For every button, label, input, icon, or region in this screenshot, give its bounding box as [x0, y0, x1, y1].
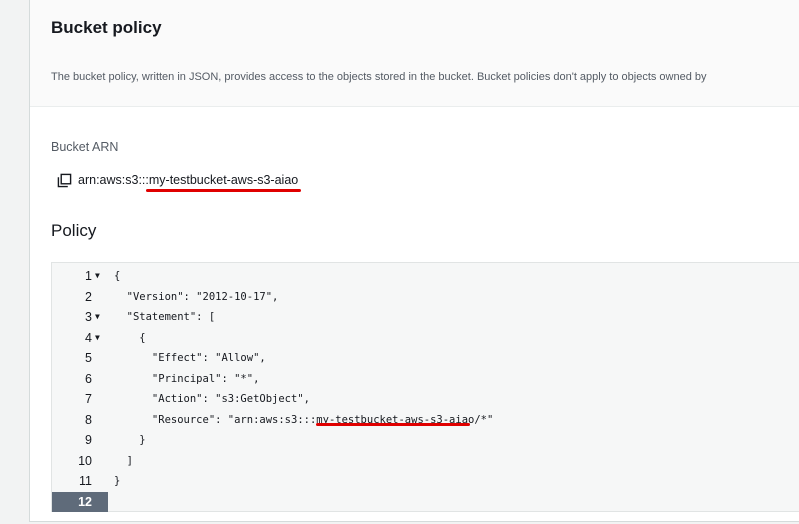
copy-icon[interactable] — [57, 173, 72, 188]
active-line-gutter: 12 — [52, 491, 108, 512]
bucket-arn-label: Bucket ARN — [51, 140, 119, 154]
line-number: 9 — [85, 433, 92, 447]
fold-arrow-icon[interactable]: ▼ — [95, 266, 100, 286]
bucket-name-text: my-testbucket-aws-s3-aiao — [148, 173, 299, 187]
code-line[interactable]: 11} — [52, 471, 799, 491]
line-number: 5 — [85, 351, 92, 365]
annotation-underline — [316, 422, 471, 426]
code-line[interactable]: 9 } — [52, 430, 799, 450]
code-line[interactable]: 4 ▼ { — [52, 328, 799, 348]
line-number: 12 — [78, 494, 92, 509]
code-text: } — [114, 434, 146, 446]
policy-heading: Policy — [51, 221, 97, 240]
code-text: "Statement": [ — [114, 311, 216, 323]
code-line[interactable]: 7 "Action": "s3:GetObject", — [52, 389, 799, 409]
code-text: "Principal": "*", — [114, 372, 260, 385]
line-number: 6 — [85, 371, 92, 386]
line-number: 4 — [85, 330, 92, 345]
panel-header: Bucket policy The bucket policy, written… — [30, 0, 799, 107]
code-text: ] — [114, 454, 133, 467]
code-text: { — [114, 270, 121, 282]
code-line[interactable]: 5 "Effect": "Allow", — [52, 348, 799, 368]
line-number: 11 — [79, 474, 92, 488]
line-number: 8 — [85, 412, 92, 427]
code-line[interactable]: 10 ] — [52, 451, 799, 471]
code-line[interactable]: 8 "Resource": "arn:aws:s3:::my-testbucke… — [52, 410, 799, 430]
code-text: "Version": "2012-10-17", — [114, 290, 279, 303]
section-description: The bucket policy, written in JSON, prov… — [51, 71, 707, 83]
policy-code-editor[interactable]: 1 ▼{2 "Version": "2012-10-17", 3 ▼ "Stateme… — [51, 262, 799, 512]
resource-bucket-name: my-testbucket-aws-s3-aiao — [316, 414, 474, 426]
line-number: 7 — [85, 392, 92, 406]
code-text: } — [114, 475, 121, 487]
code-line[interactable]: 1 ▼ { — [52, 266, 799, 286]
code-text: "Effect": "Allow", — [114, 352, 266, 364]
line-number: 2 — [85, 289, 92, 304]
code-line[interactable]: 3 ▼ "Statement": [ — [52, 307, 799, 327]
line-number: 3 — [85, 310, 92, 324]
bucket-arn-name: my-testbucket-aws-s3-aiao — [145, 173, 302, 192]
code-line[interactable]: 2 "Version": "2012-10-17", — [52, 287, 799, 307]
line-number: 10 — [78, 453, 92, 468]
code-text-suffix: /*" — [474, 413, 494, 426]
fold-arrow-icon[interactable]: ▼ — [95, 307, 100, 327]
code-text-prefix: "Resource": "arn:aws:s3::: — [114, 413, 317, 426]
bucket-arn-row: arn:aws:s3::: my-testbucket-aws-s3-aiao — [57, 172, 302, 192]
code-text: "Action": "s3:GetObject", — [114, 393, 310, 405]
code-line[interactable]: 6 "Principal": "*", — [52, 369, 799, 389]
annotation-underline — [145, 189, 302, 192]
code-line[interactable]: 12 — [52, 491, 799, 512]
section-title: Bucket policy — [51, 18, 162, 37]
code-text: "Resource": "arn:aws:s3:::my-testbucket-… — [114, 410, 493, 430]
code-text: { — [114, 331, 146, 344]
line-number: 1 — [85, 269, 92, 283]
fold-arrow-icon[interactable]: ▼ — [95, 328, 100, 348]
bucket-policy-panel: Bucket policy The bucket policy, written… — [29, 0, 799, 522]
bucket-arn-prefix: arn:aws:s3::: — [78, 173, 149, 187]
